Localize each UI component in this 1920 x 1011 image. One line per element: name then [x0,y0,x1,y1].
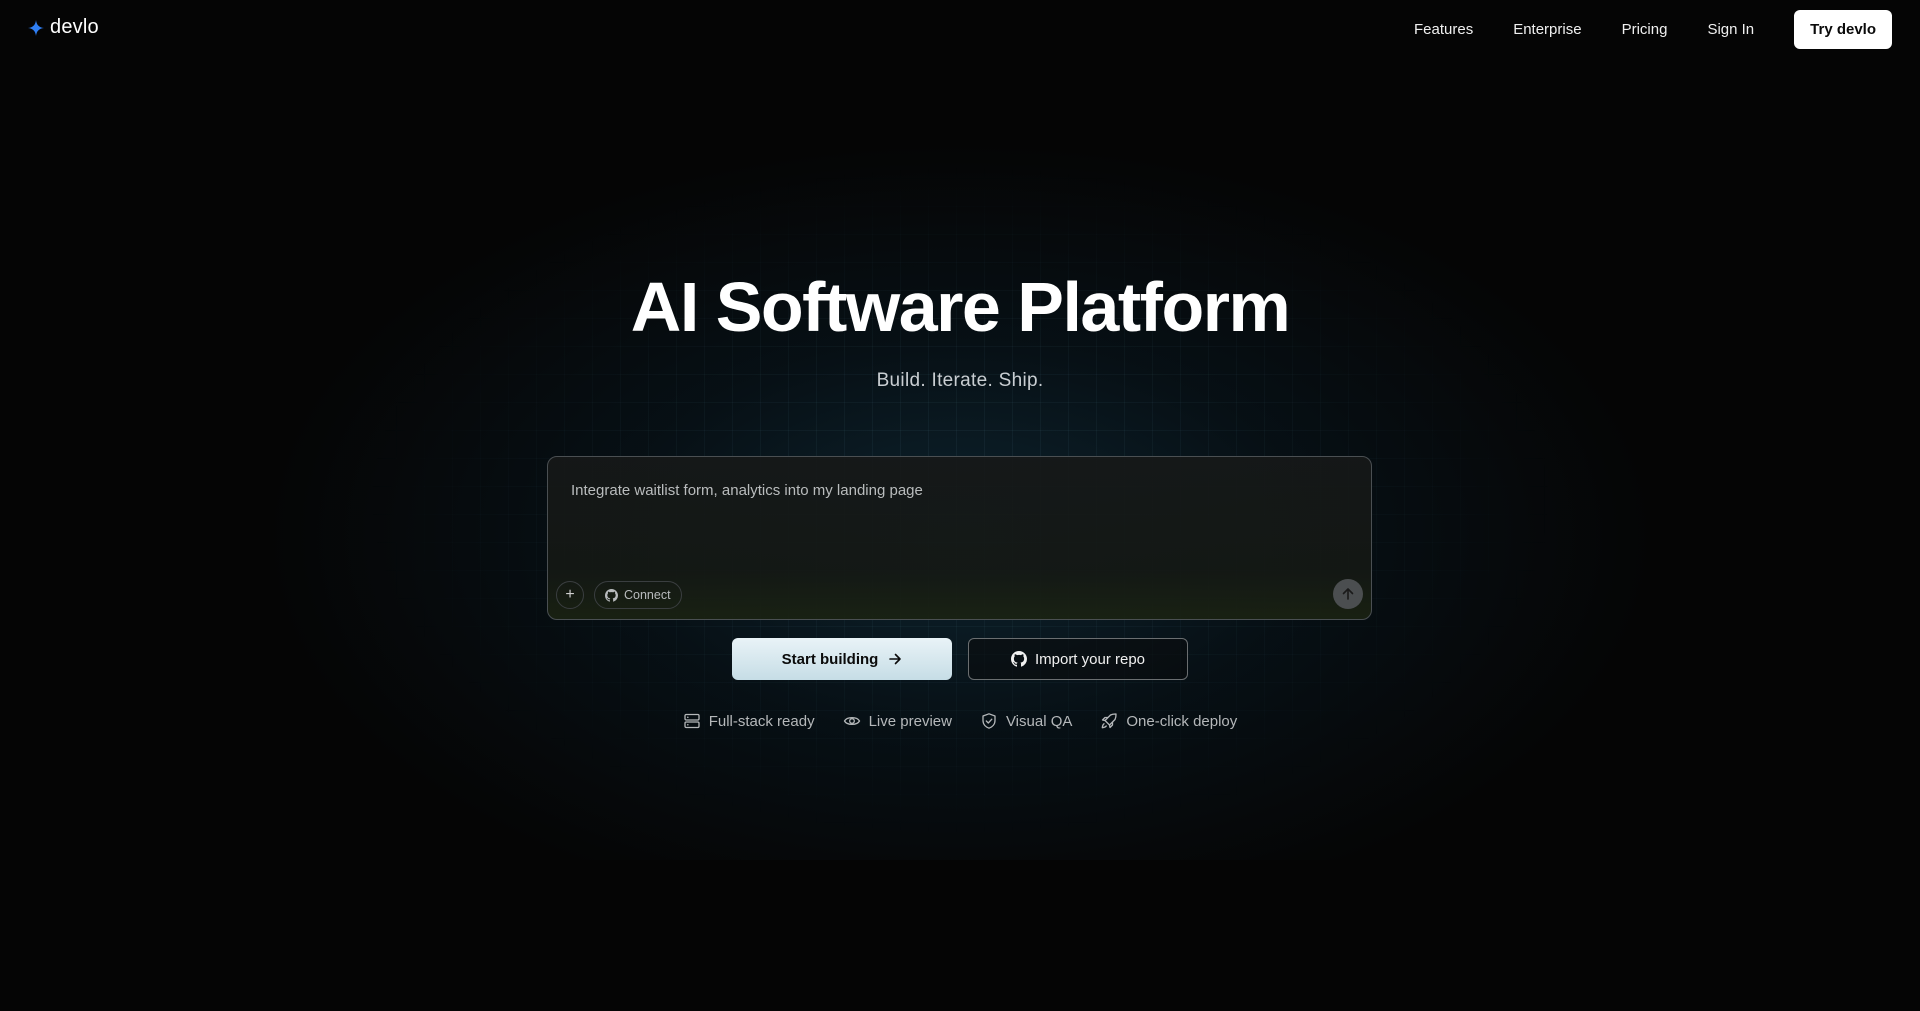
feature-list: Full-stack ready Live preview Visual QA [0,712,1920,730]
feature-label: Visual QA [1005,712,1073,730]
nav-links: Features Enterprise Pricing Sign In Try … [1394,10,1892,49]
hero-actions: Start building Import your repo [732,638,1188,680]
sparkle-logo-icon [28,19,44,36]
arrow-right-icon [889,653,902,665]
arrow-up-icon [1342,588,1354,600]
prompt-input[interactable] [571,481,1331,551]
github-icon [1010,651,1027,667]
rocket-icon [1102,713,1118,729]
landing-page: devlo Features Enterprise Pricing Sign I… [0,0,1920,1011]
github-icon [605,588,618,602]
hero-subtitle: Build. Iterate. Ship. [876,370,1044,391]
nav-link-pricing[interactable]: Pricing [1602,11,1688,48]
prompt-box: + Connect [547,456,1372,620]
top-nav: devlo Features Enterprise Pricing Sign I… [0,0,1920,60]
feature-label: Live preview [868,712,952,730]
connect-github-button[interactable]: Connect [594,581,682,609]
feature-live-preview: Live preview [843,712,952,730]
nav-link-sign-in[interactable]: Sign In [1687,11,1774,48]
shield-check-icon [982,713,996,729]
logo-text: devlo [50,16,99,38]
import-repo-button[interactable]: Import your repo [968,638,1188,680]
try-devlo-button[interactable]: Try devlo [1794,10,1892,49]
server-icon [684,713,700,729]
nav-link-features[interactable]: Features [1394,11,1493,48]
feature-one-click-deploy: One-click deploy [1100,712,1237,730]
hero-title: AI Software Platform [630,268,1291,346]
import-repo-label: Import your repo [1034,650,1146,668]
nav-link-enterprise[interactable]: Enterprise [1493,11,1601,48]
feature-label: Full-stack ready [708,712,815,730]
feature-label: One-click deploy [1126,712,1238,730]
start-building-button[interactable]: Start building [732,638,952,680]
start-building-label: Start building [781,650,879,668]
feature-visual-qa: Visual QA [980,712,1072,730]
connect-label: Connect [624,588,671,602]
add-attachment-button[interactable]: + [556,581,584,609]
send-button[interactable] [1333,579,1363,609]
feature-full-stack: Full-stack ready [683,712,815,730]
logo-link[interactable]: devlo [28,16,99,39]
eye-icon [843,716,860,726]
